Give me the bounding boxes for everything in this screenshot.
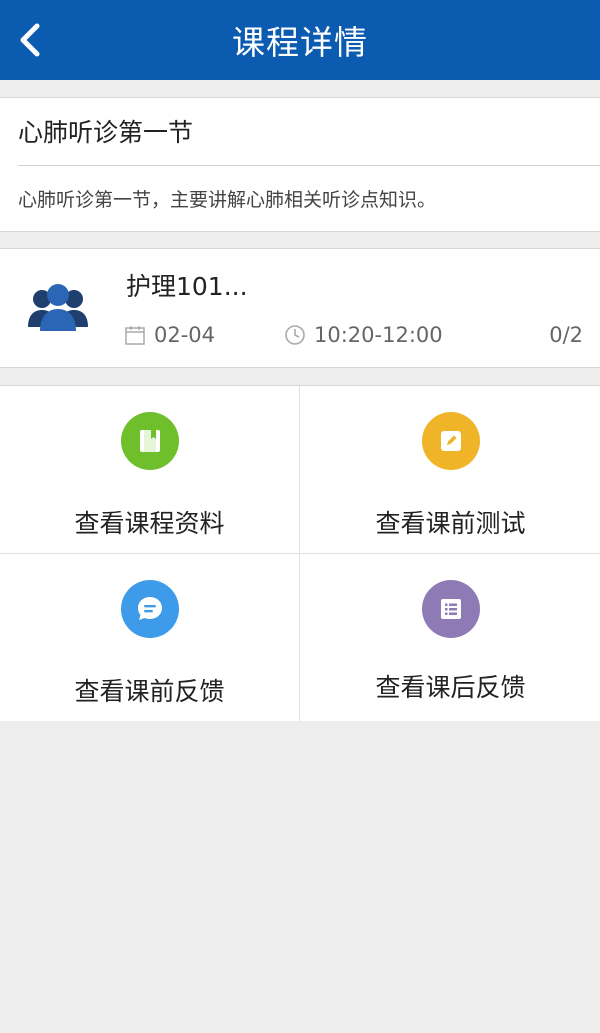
course-materials-button[interactable]: 查看课程资料 (0, 386, 299, 553)
session-card[interactable]: 护理101... 02-04 10:20-12:00 0/2 (0, 248, 600, 368)
chat-icon (120, 580, 179, 638)
page-title: 课程详情 (232, 23, 368, 62)
course-info-card: 心肺听诊第一节 心肺听诊第一节，主要讲解心肺相关听诊点知识。 (0, 97, 600, 232)
edit-icon (421, 412, 480, 470)
session-time: 10:20-12:00 (284, 321, 443, 349)
pre-class-test-button[interactable]: 查看课前测试 (301, 386, 600, 553)
group-icon (28, 284, 88, 331)
calendar-icon (125, 326, 145, 345)
date-value: 02-04 (154, 323, 216, 347)
course-description: 心肺听诊第一节，主要讲解心肺相关听诊点知识。 (18, 188, 437, 211)
post-class-feedback-label: 查看课后反馈 (375, 673, 526, 702)
pre-class-feedback-button[interactable]: 查看课前反馈 (0, 554, 299, 721)
clock-icon (285, 325, 305, 345)
book-icon (120, 412, 179, 470)
app-header: 课程详情 (0, 0, 600, 80)
pre-class-feedback-label: 查看课前反馈 (74, 677, 225, 706)
pre-class-test-label: 查看课前测试 (375, 509, 526, 538)
action-grid: 查看课程资料 查看课前测试 查看课前反馈 查看课后反馈 (0, 385, 600, 721)
course-materials-label: 查看课程资料 (74, 509, 225, 538)
session-date: 02-04 (124, 321, 215, 349)
class-name: 护理101... (126, 272, 248, 301)
list-icon (421, 580, 480, 638)
course-name: 心肺听诊第一节 (18, 118, 194, 147)
attendance-count: 0/2 (549, 323, 583, 347)
time-value: 10:20-12:00 (314, 323, 443, 347)
post-class-feedback-button[interactable]: 查看课后反馈 (301, 554, 600, 721)
